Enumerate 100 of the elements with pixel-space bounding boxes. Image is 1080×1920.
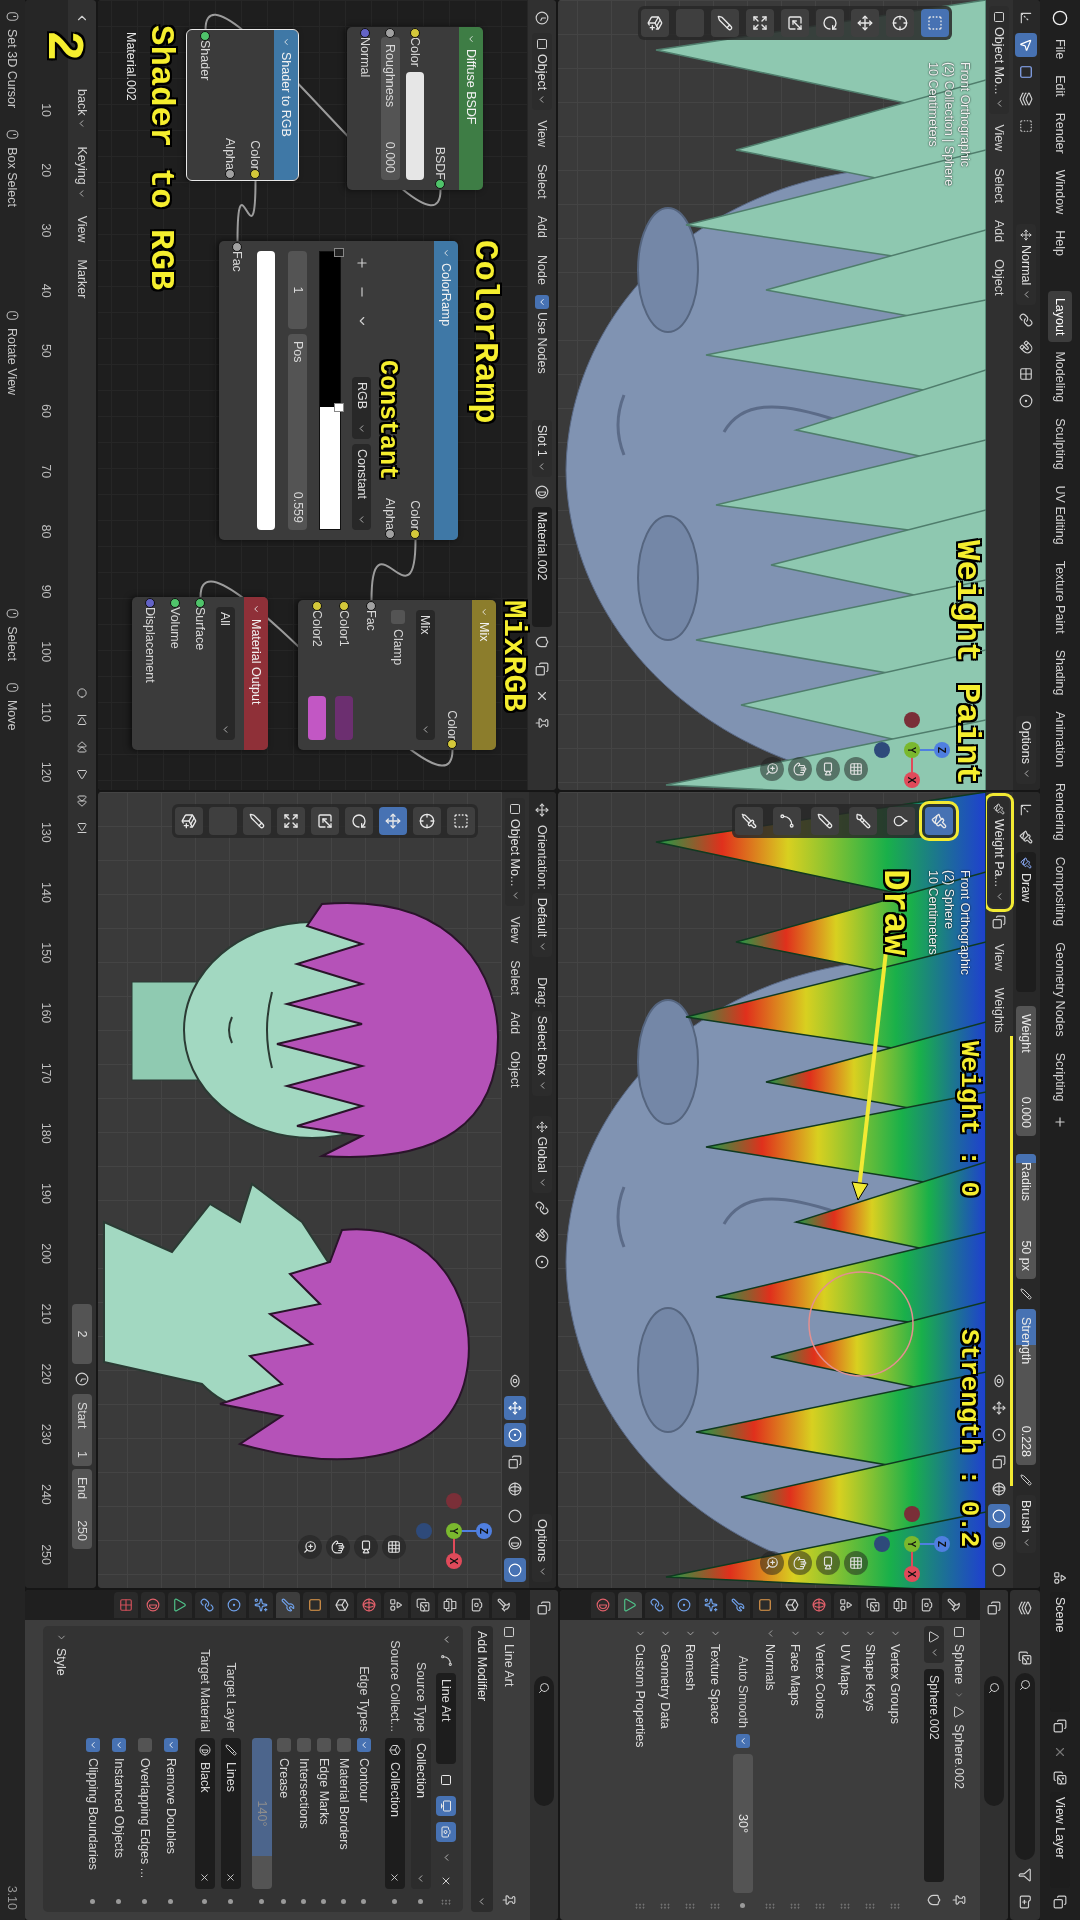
drag-dropdown[interactable]: Select Box	[532, 1010, 553, 1096]
menu-item[interactable]: Select	[987, 161, 1012, 210]
axis-handle[interactable]: Y	[446, 1523, 462, 1539]
workspace-tab[interactable]: Shading	[1048, 642, 1072, 703]
datablock-field[interactable]: Black	[195, 1738, 215, 1889]
dropdown[interactable]: RGB	[352, 377, 372, 439]
menu-item[interactable]: Object	[503, 1044, 528, 1095]
checkbox-option[interactable]: Material Borders	[337, 1738, 351, 1889]
angle-field[interactable]: 30°	[733, 1754, 753, 1893]
workspace-tab[interactable]: Modeling	[1048, 344, 1072, 410]
panel-header[interactable]: Custom Properties	[628, 1626, 653, 1894]
brush-menu[interactable]: Brush	[1016, 1495, 1037, 1553]
datablock-field[interactable]: Collection	[385, 1738, 405, 1889]
frame-number: 170	[39, 1061, 54, 1086]
menu-item[interactable]: Object	[987, 252, 1012, 303]
datablock-field[interactable]: Sphere.002	[924, 1669, 945, 1882]
menu-item[interactable]: View	[987, 117, 1012, 159]
menu-item[interactable]: Weights	[987, 980, 1012, 1040]
viewport-info-text: 10 Centimeters	[925, 62, 940, 149]
workspace-tab[interactable]: Compositing	[1048, 849, 1072, 934]
menu-item[interactable]: File	[1048, 32, 1072, 67]
subpanel-header[interactable]: Style	[49, 1630, 74, 1908]
menu-item[interactable]: View	[70, 208, 94, 250]
checkbox-option[interactable]: Crease	[277, 1738, 291, 1889]
menu-item[interactable]: Render	[1048, 105, 1072, 161]
workspace-tab[interactable]: Rendering	[1048, 776, 1072, 848]
modifier-name-field[interactable]: Line Art	[436, 1673, 457, 1764]
shader-type-dropdown[interactable]: Object	[532, 33, 552, 111]
menu-item[interactable]: Select	[503, 953, 528, 1002]
add-modifier-dropdown[interactable]: Add Modifier	[471, 1626, 493, 1912]
menu-item[interactable]: View	[987, 936, 1012, 978]
workspace-tab[interactable]: Geometry Nodes	[1048, 935, 1072, 1044]
value-slider[interactable]: Radius 50 px	[1016, 1154, 1037, 1279]
dropdown[interactable]: All	[216, 607, 235, 740]
material-field[interactable]: Material.002	[532, 506, 552, 627]
orientation-dropdown[interactable]: Normal	[1016, 224, 1037, 306]
value-slider[interactable]: Weight 0.000	[1016, 1006, 1037, 1136]
menu-item[interactable]: Edit	[1048, 68, 1072, 104]
menu-item[interactable]: Add	[530, 208, 554, 245]
current-frame-field[interactable]: 2	[72, 1304, 92, 1364]
menu-item[interactable]: Add	[503, 1005, 528, 1042]
panel-header[interactable]: Vertex Colors	[808, 1626, 833, 1894]
checkbox-option[interactable]: Clipping Boundaries	[86, 1738, 100, 1889]
axis-handle[interactable]: Z	[476, 1523, 492, 1539]
menu-item[interactable]: Help	[1048, 223, 1072, 263]
menu-item[interactable]: back	[70, 82, 94, 137]
panel-header[interactable]: Shape Keys	[858, 1626, 883, 1894]
panel-header[interactable]: UV Maps	[833, 1626, 858, 1894]
options-dropdown[interactable]: Options	[532, 1513, 553, 1582]
panel-header[interactable]: Normals	[758, 1626, 783, 1894]
slot-dropdown[interactable]: Slot 1	[532, 419, 552, 477]
start-frame-field[interactable]: Start 1	[72, 1394, 92, 1466]
panel-header[interactable]: Vertex Groups	[883, 1626, 908, 1894]
orientation-dropdown[interactable]: Default	[532, 892, 553, 958]
end-frame-field[interactable]: End 250	[72, 1469, 92, 1549]
menu-item[interactable]: Window	[1048, 162, 1072, 222]
dropdown[interactable]: Mix	[416, 610, 435, 740]
position-field[interactable]: Pos 0.559	[288, 334, 308, 530]
checkbox-option[interactable]: Contour	[357, 1738, 371, 1889]
node-card[interactable]: Diffuse BSDF BSDF Color Roughness 0.000 Normal	[347, 27, 483, 190]
panel-header[interactable]: Geometry Data	[653, 1626, 678, 1894]
menu-item[interactable]: Marker	[70, 252, 94, 306]
brush-dropdown[interactable]: Draw	[1016, 852, 1037, 992]
menu-item[interactable]: View	[530, 113, 554, 154]
viewport-info-text: (2) Collection | Sphere	[941, 62, 956, 187]
workspace-tab[interactable]: Texture Paint	[1048, 553, 1072, 641]
datablock-field[interactable]: Lines	[221, 1738, 241, 1889]
options-dropdown[interactable]: Options	[1016, 715, 1037, 784]
checkbox-option[interactable]: Instanced Objects	[112, 1738, 126, 1889]
menu-item[interactable]: Add	[987, 213, 1012, 250]
node-card[interactable]: Mix Color Mix Clamp Fac Color1 Color2	[298, 600, 496, 750]
node-card[interactable]: Shader to RGB Color Alpha Shader	[187, 30, 298, 180]
workspace-tab[interactable]: Animation	[1048, 704, 1072, 775]
checkbox-option[interactable]: Intersections	[297, 1738, 311, 1889]
menu-item[interactable]: Node	[530, 248, 554, 292]
menu-item[interactable]: Select	[530, 157, 554, 206]
checkbox-option[interactable]: Overlapping Edges ...	[138, 1738, 152, 1889]
checkbox-option[interactable]: Remove Doubles	[164, 1738, 178, 1889]
workspace-tab[interactable]: Sculpting	[1048, 411, 1072, 477]
panel-header[interactable]: Texture Space	[703, 1626, 728, 1894]
menu-item[interactable]: Keying	[70, 139, 94, 206]
stop-index-field[interactable]: 1	[288, 251, 308, 329]
transform-orientation-dropdown[interactable]: Global	[532, 1115, 553, 1193]
value-field[interactable]: Roughness 0.000	[381, 37, 400, 180]
viewport-info-text: Front Orthographic	[957, 62, 972, 169]
node-card[interactable]: Material Output All Surface Volume Displacement	[132, 597, 268, 750]
menu-item[interactable]: View	[503, 909, 528, 951]
workspace-tab[interactable]: Scripting	[1048, 1045, 1072, 1109]
status-hint: Move	[5, 699, 20, 731]
dropdown[interactable]: Collection	[411, 1738, 431, 1889]
axis-handle[interactable]: X	[446, 1553, 462, 1569]
mode-dropdown[interactable]: Object Mo...	[505, 798, 526, 907]
panel-header[interactable]: Face Maps	[783, 1626, 808, 1894]
workspace-tab[interactable]: Layout	[1048, 290, 1072, 343]
value-slider[interactable]: Strength 0.228	[1016, 1309, 1037, 1465]
mode-dropdown[interactable]: Object Mo...	[989, 6, 1010, 115]
workspace-tab[interactable]: UV Editing	[1048, 478, 1072, 552]
checkbox-option[interactable]: Edge Marks	[317, 1738, 331, 1889]
panel-header[interactable]: Remesh	[678, 1626, 703, 1894]
dropdown[interactable]: Constant	[352, 444, 372, 530]
